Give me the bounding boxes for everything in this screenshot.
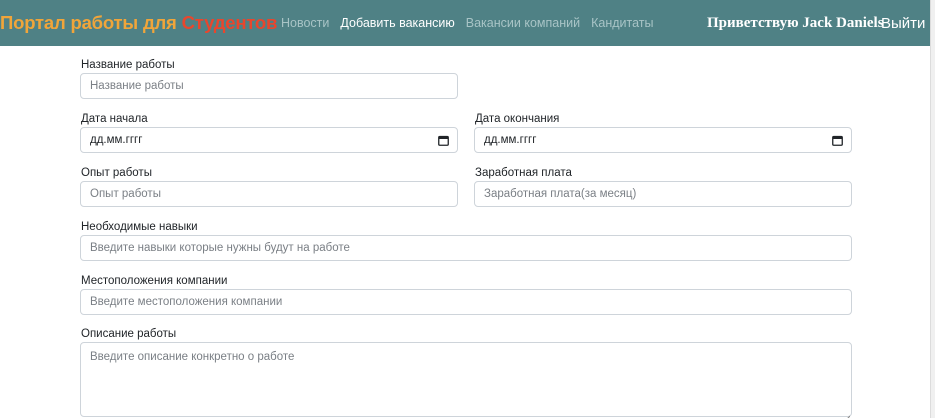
nav-company-vacancies[interactable]: Вакансии компаний — [466, 16, 580, 30]
calendar-icon[interactable] — [438, 135, 449, 146]
nav-add-vacancy[interactable]: Добавить вакансию — [340, 16, 454, 30]
calendar-icon[interactable] — [832, 135, 843, 146]
location-label: Местоположения компании — [81, 275, 228, 287]
resize-grip-icon[interactable] — [843, 409, 851, 418]
user-greeting: Приветствую Jack Daniels — [707, 15, 884, 31]
salary-input[interactable] — [474, 181, 852, 207]
logout-link[interactable]: Выйти — [881, 15, 925, 32]
start-date-input[interactable]: дд.мм.гггг — [80, 127, 458, 153]
end-date-value: дд.мм.гггг — [484, 134, 537, 146]
start-date-label: Дата начала — [81, 113, 148, 125]
nav-candidates[interactable]: Кандитаты — [591, 16, 653, 30]
page-scrollbar[interactable] — [930, 0, 935, 418]
brand-part2: Студентов — [181, 12, 278, 33]
nav-links: Новости Добавить вакансию Вакансии компа… — [281, 16, 664, 30]
navbar: Портал работы для Студентов Новости Доба… — [0, 0, 930, 46]
description-label: Описание работы — [81, 328, 177, 340]
brand-logo[interactable]: Портал работы для Студентов — [0, 12, 277, 34]
experience-input[interactable] — [80, 181, 458, 207]
start-date-value: дд.мм.гггг — [90, 134, 143, 146]
description-textarea[interactable] — [80, 342, 852, 417]
location-input[interactable] — [80, 289, 852, 315]
job-title-input[interactable] — [80, 73, 458, 99]
skills-label: Необходимые навыки — [81, 221, 198, 233]
salary-label: Заработная плата — [475, 167, 572, 179]
end-date-input[interactable]: дд.мм.гггг — [474, 127, 852, 153]
end-date-label: Дата окончания — [475, 113, 560, 125]
job-title-label: Название работы — [81, 59, 175, 71]
nav-news[interactable]: Новости — [281, 16, 329, 30]
brand-part1: Портал работы для — [0, 12, 182, 33]
skills-input[interactable] — [80, 235, 852, 261]
experience-label: Опыт работы — [81, 167, 152, 179]
